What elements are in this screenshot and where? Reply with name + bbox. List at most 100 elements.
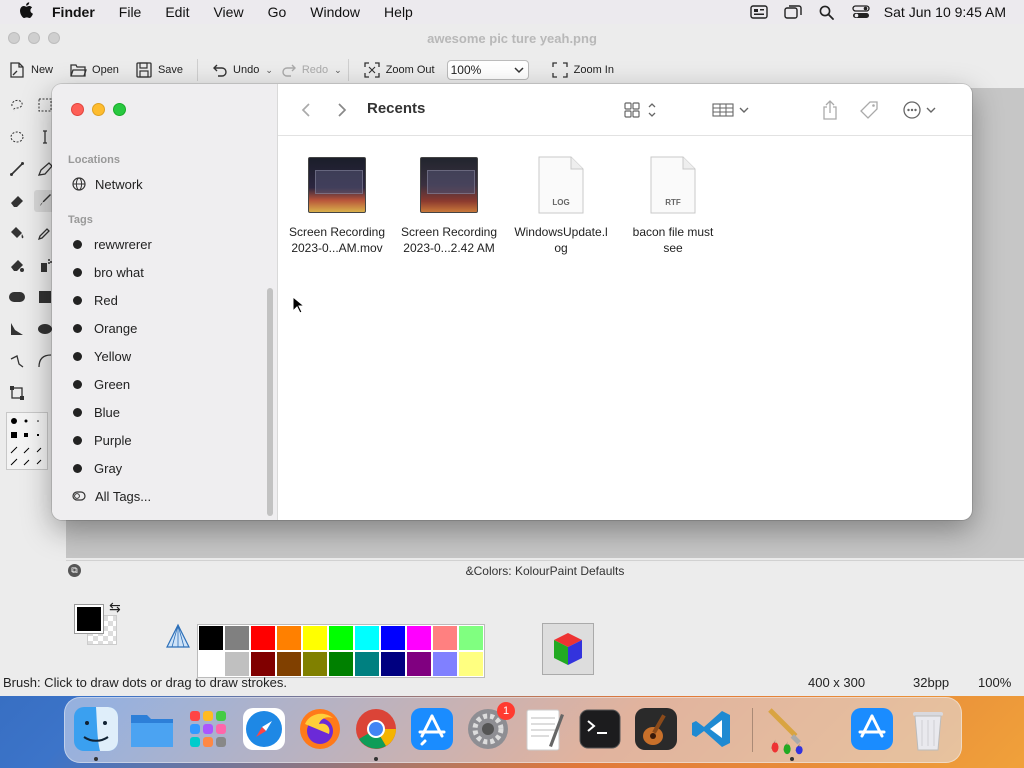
save-button[interactable]: Save bbox=[127, 57, 191, 83]
free-select-icon[interactable] bbox=[6, 94, 28, 116]
zoom-level-select[interactable]: 100% bbox=[446, 60, 529, 80]
color-swatch[interactable] bbox=[224, 625, 250, 651]
zoom-in-button[interactable]: Zoom In bbox=[543, 57, 622, 83]
menu-window[interactable]: Window bbox=[298, 4, 372, 20]
resize-icon[interactable] bbox=[6, 382, 28, 404]
finder-close-button[interactable] bbox=[71, 103, 84, 116]
menu-edit[interactable]: Edit bbox=[153, 4, 201, 20]
sidebar-tag-orange[interactable]: Orange bbox=[72, 318, 137, 338]
transparent-color-icon[interactable] bbox=[164, 623, 192, 651]
menu-go[interactable]: Go bbox=[256, 4, 299, 20]
dock-finder[interactable] bbox=[71, 704, 121, 754]
dock-chrome[interactable] bbox=[351, 704, 401, 754]
sidebar-scrollbar[interactable] bbox=[267, 288, 273, 516]
tag-button[interactable] bbox=[860, 98, 880, 122]
eraser-icon[interactable] bbox=[6, 190, 28, 212]
file-item[interactable]: RTF bacon file must see bbox=[617, 156, 729, 256]
open-button[interactable]: Open bbox=[61, 57, 127, 83]
redo-dropdown-icon[interactable]: ⌄ bbox=[334, 65, 342, 76]
color-swatch[interactable] bbox=[276, 625, 302, 651]
apple-icon[interactable] bbox=[0, 1, 52, 23]
color-swatch[interactable] bbox=[250, 625, 276, 651]
sidebar-tag-yellow[interactable]: Yellow bbox=[72, 346, 131, 366]
sidebar-item-network[interactable]: Network bbox=[72, 174, 143, 194]
dock-app-store-2[interactable] bbox=[847, 704, 897, 754]
finder-zoom-button[interactable] bbox=[113, 103, 126, 116]
more-actions-button[interactable] bbox=[902, 98, 938, 122]
sidebar-all-tags[interactable]: All Tags... bbox=[72, 486, 151, 506]
dock-firefox[interactable] bbox=[295, 704, 345, 754]
menu-view[interactable]: View bbox=[201, 4, 255, 20]
zoom-out-button[interactable]: Zoom Out bbox=[355, 57, 443, 83]
dock-app-store[interactable] bbox=[407, 704, 457, 754]
sidebar-tag-blue[interactable]: Blue bbox=[72, 402, 120, 422]
kp-zoom-button[interactable] bbox=[48, 32, 60, 44]
spotlight-search-icon[interactable] bbox=[810, 5, 844, 20]
screen-mirroring-icon[interactable] bbox=[776, 5, 810, 19]
file-item[interactable]: LOG WindowsUpdate.l og bbox=[505, 156, 617, 256]
undo-button[interactable]: Undo bbox=[204, 57, 267, 83]
dock-files[interactable] bbox=[127, 704, 177, 754]
dock-textedit[interactable] bbox=[519, 704, 569, 754]
color-swatch[interactable] bbox=[328, 625, 354, 651]
sidebar-tag-purple[interactable]: Purple bbox=[72, 430, 132, 450]
menu-clock[interactable]: Sat Jun 10 9:45 AM bbox=[878, 4, 1006, 20]
file-item[interactable]: Screen Recording 2023-0...AM.mov bbox=[281, 156, 393, 256]
color-swatch[interactable] bbox=[380, 625, 406, 651]
kp-close-button[interactable] bbox=[8, 32, 20, 44]
finder-content[interactable]: Screen Recording 2023-0...AM.mov Screen … bbox=[278, 136, 972, 520]
dock-kolourpaint[interactable] bbox=[763, 704, 813, 755]
menu-bar: Finder File Edit View Go Window Help Sat… bbox=[0, 0, 1024, 24]
file-name-line: 2023-0...AM.mov bbox=[291, 241, 383, 255]
rounded-rect-icon[interactable] bbox=[6, 286, 28, 308]
color-swatch[interactable] bbox=[432, 625, 458, 651]
finder-minimize-button[interactable] bbox=[92, 103, 105, 116]
tag-dot-icon bbox=[73, 267, 82, 277]
ellipse-select-icon[interactable] bbox=[6, 126, 28, 148]
color-swatch[interactable] bbox=[198, 625, 224, 651]
files-icon bbox=[131, 715, 173, 747]
swap-colors-icon[interactable]: ⇆ bbox=[109, 599, 121, 616]
foreground-color-swatch[interactable] bbox=[74, 604, 104, 634]
back-button[interactable] bbox=[300, 98, 312, 122]
sidebar-tag-green[interactable]: Green bbox=[72, 374, 130, 394]
color-eraser-icon[interactable] bbox=[6, 254, 28, 276]
polygon-icon[interactable] bbox=[6, 318, 28, 340]
menu-file[interactable]: File bbox=[107, 4, 154, 20]
dock-terminal[interactable] bbox=[575, 704, 625, 754]
kp-minimize-button[interactable] bbox=[28, 32, 40, 44]
menu-help[interactable]: Help bbox=[372, 4, 425, 20]
input-source-icon[interactable] bbox=[742, 5, 776, 19]
view-mode-button[interactable] bbox=[624, 98, 658, 122]
sidebar-tag-rewwrerer[interactable]: rewwrerer bbox=[72, 234, 152, 254]
polyline-icon[interactable] bbox=[6, 350, 28, 372]
file-name-line: 2023-0...2.42 AM bbox=[403, 241, 495, 255]
foreground-background-colors[interactable]: ⇆ bbox=[71, 599, 123, 651]
redo-button[interactable]: Redo bbox=[273, 57, 336, 83]
forward-button[interactable] bbox=[336, 98, 348, 122]
group-by-button[interactable] bbox=[712, 98, 750, 122]
dock-garageband[interactable] bbox=[631, 704, 681, 754]
sidebar-tag-bro-what[interactable]: bro what bbox=[72, 262, 144, 282]
undo-dropdown-icon[interactable]: ⌄ bbox=[265, 65, 273, 76]
brush-size-options[interactable] bbox=[6, 412, 48, 470]
dock-vscode[interactable] bbox=[687, 704, 737, 754]
color-swatch[interactable] bbox=[302, 625, 328, 651]
new-button[interactable]: New bbox=[0, 57, 61, 83]
kp-toolbar: New Open Save Undo ⌄ Redo ⌄ Zoom Out 100… bbox=[0, 54, 1024, 86]
line-tool-icon[interactable] bbox=[6, 158, 28, 180]
sidebar-tag-gray[interactable]: Gray bbox=[72, 458, 122, 478]
color-swatch[interactable] bbox=[458, 625, 484, 651]
control-center-icon[interactable] bbox=[844, 5, 878, 19]
file-item[interactable]: Screen Recording 2023-0...2.42 AM bbox=[393, 156, 505, 256]
dock-safari[interactable] bbox=[239, 704, 289, 754]
color-swatch[interactable] bbox=[406, 625, 432, 651]
dock-launchpad[interactable] bbox=[183, 704, 233, 754]
share-button[interactable] bbox=[822, 98, 838, 122]
dock-trash[interactable] bbox=[903, 704, 953, 754]
color-cube-icon[interactable] bbox=[542, 623, 594, 675]
sidebar-tag-red[interactable]: Red bbox=[72, 290, 118, 310]
menu-app-name[interactable]: Finder bbox=[52, 4, 107, 20]
flood-fill-icon[interactable] bbox=[6, 222, 28, 244]
color-swatch[interactable] bbox=[354, 625, 380, 651]
